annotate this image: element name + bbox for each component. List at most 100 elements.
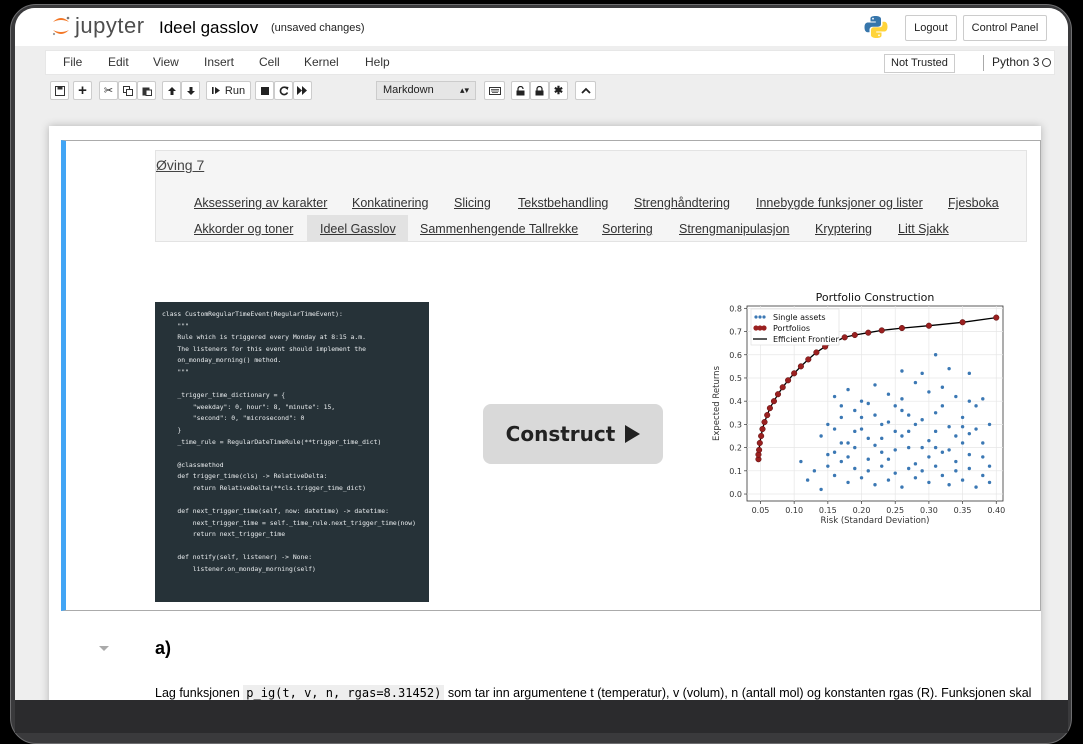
cut-button[interactable]: ✂: [99, 81, 118, 100]
save-button[interactable]: [50, 81, 69, 100]
x-tick-label: 0.25: [886, 506, 904, 515]
asset-point: [906, 445, 911, 450]
asset-point: [954, 394, 958, 399]
jupyter-logo[interactable]: jupyter: [51, 13, 145, 39]
nav-link-slicing[interactable]: Slicing: [454, 196, 491, 210]
code-line: @classmethod: [162, 460, 224, 469]
asset-point: [927, 455, 931, 459]
asset-point: [886, 478, 891, 482]
nav-link-sortering[interactable]: Sortering: [602, 222, 653, 236]
asset-point: [933, 445, 938, 450]
asset-point: [839, 441, 844, 445]
x-tick-label: 0.20: [853, 506, 871, 515]
legend-portfolio-marker: [761, 325, 767, 331]
code-line: def next_trigger_time(self, now: datetim…: [162, 507, 390, 516]
chevron-button[interactable]: [575, 81, 596, 100]
portfolio-point: [841, 334, 848, 341]
asterisk-button[interactable]: ✱: [549, 81, 568, 100]
asset-point: [832, 427, 837, 431]
asset-point: [987, 480, 992, 485]
asset-point: [967, 399, 972, 403]
nav-link-sammenhengende[interactable]: Sammenhengende Tallrekke: [420, 222, 578, 236]
menu-help[interactable]: Help: [365, 55, 390, 69]
portfolio-point: [797, 363, 804, 370]
nav-link-akkorder[interactable]: Akkorder og toner: [194, 222, 293, 236]
y-tick-label: 0.4: [729, 397, 742, 406]
arrow-down-icon: [186, 86, 195, 95]
copy-button[interactable]: [118, 81, 137, 100]
unlock-button[interactable]: [511, 81, 530, 100]
asset-point: [940, 473, 945, 478]
nav-link-kryptering[interactable]: Kryptering: [815, 222, 872, 236]
asset-point: [846, 480, 850, 485]
command-palette-button[interactable]: [484, 81, 505, 100]
cell-type-select[interactable]: Markdown ▴▾: [376, 81, 476, 100]
run-button[interactable]: Run: [206, 81, 251, 100]
asset-point: [981, 473, 985, 478]
x-tick-label: 0.15: [819, 506, 837, 515]
move-down-button[interactable]: [181, 81, 200, 100]
lock-button[interactable]: [530, 81, 549, 100]
asset-point: [940, 450, 945, 454]
code-line: "second": 0, "microsecond": 0: [162, 414, 305, 423]
portfolio-point: [766, 405, 773, 412]
paste-button[interactable]: [137, 81, 156, 100]
restart-button[interactable]: [274, 81, 293, 100]
lock-icon: [535, 85, 544, 95]
insert-cell-button[interactable]: +: [73, 81, 92, 100]
nav-link-innebygde-funksjoner[interactable]: Innebygde funksjoner og lister: [756, 196, 923, 210]
nav-link-fjesboka[interactable]: Fjesboka: [948, 196, 999, 210]
kernel-separator: [983, 55, 984, 71]
nav-link-konkatinering[interactable]: Konkatinering: [352, 196, 428, 210]
code-line: on_monday_morning() method.: [162, 356, 282, 365]
restart-run-all-button[interactable]: [293, 81, 312, 100]
construct-button[interactable]: Construct: [483, 404, 663, 464]
asset-point: [900, 397, 904, 401]
nav-link-strenghandtering[interactable]: Strenghåndtering: [634, 196, 730, 210]
menu-file[interactable]: File: [63, 55, 82, 69]
code-line: The listeners for this event should impl…: [162, 344, 366, 353]
asset-point: [866, 457, 870, 461]
nav-link-strengmanipulasjon[interactable]: Strengmanipulasjon: [679, 222, 790, 236]
asset-point: [819, 487, 823, 492]
asset-point: [880, 436, 884, 441]
asset-point: [805, 478, 810, 482]
nav-title-link[interactable]: Øving 7: [156, 157, 204, 173]
portfolio-point: [925, 322, 932, 329]
collapse-caret-icon[interactable]: [99, 646, 109, 651]
code-line: class CustomRegularTimeEvent(RegularTime…: [162, 310, 343, 318]
nav-link-ideel-gasslov[interactable]: Ideel Gasslov: [320, 222, 396, 236]
notebook-title[interactable]: Ideel gasslov: [159, 18, 258, 38]
nav-link-tekstbehandling[interactable]: Tekstbehandling: [518, 196, 608, 210]
interrupt-button[interactable]: [255, 81, 274, 100]
logout-button[interactable]: Logout: [905, 15, 957, 41]
code-line: def notify(self, listener) -> None:: [162, 553, 313, 562]
asset-point: [839, 415, 844, 420]
portfolio-point: [959, 319, 966, 326]
asset-point: [866, 401, 870, 406]
asset-point: [819, 434, 823, 438]
menu-edit[interactable]: Edit: [108, 55, 129, 69]
asset-point: [913, 422, 918, 427]
legend-asset-marker: [762, 315, 766, 319]
menu-cell[interactable]: Cell: [259, 55, 280, 69]
portfolio-point: [878, 327, 885, 334]
move-up-button[interactable]: [162, 81, 181, 100]
nav-link-litt-sjakk[interactable]: Litt Sjakk: [898, 222, 949, 236]
asset-point: [974, 404, 978, 408]
not-trusted-indicator[interactable]: Not Trusted: [884, 54, 955, 73]
nav-link-aksessering[interactable]: Aksessering av karakter: [194, 196, 327, 210]
y-tick-label: 0.0: [729, 490, 742, 499]
notebook-page: Øving 7 Aksessering av karakter Konkatin…: [49, 126, 1041, 700]
control-panel-button[interactable]: Control Panel: [963, 15, 1047, 41]
asset-point: [940, 385, 945, 389]
asset-point: [853, 408, 857, 413]
asset-point: [960, 478, 965, 482]
legend-label: Single assets: [773, 313, 826, 322]
menu-insert[interactable]: Insert: [204, 55, 234, 69]
asset-point: [832, 450, 837, 454]
asset-point: [967, 452, 972, 457]
menu-view[interactable]: View: [153, 55, 179, 69]
menu-kernel[interactable]: Kernel: [304, 55, 339, 69]
device-bottom-bezel: [15, 700, 1068, 733]
